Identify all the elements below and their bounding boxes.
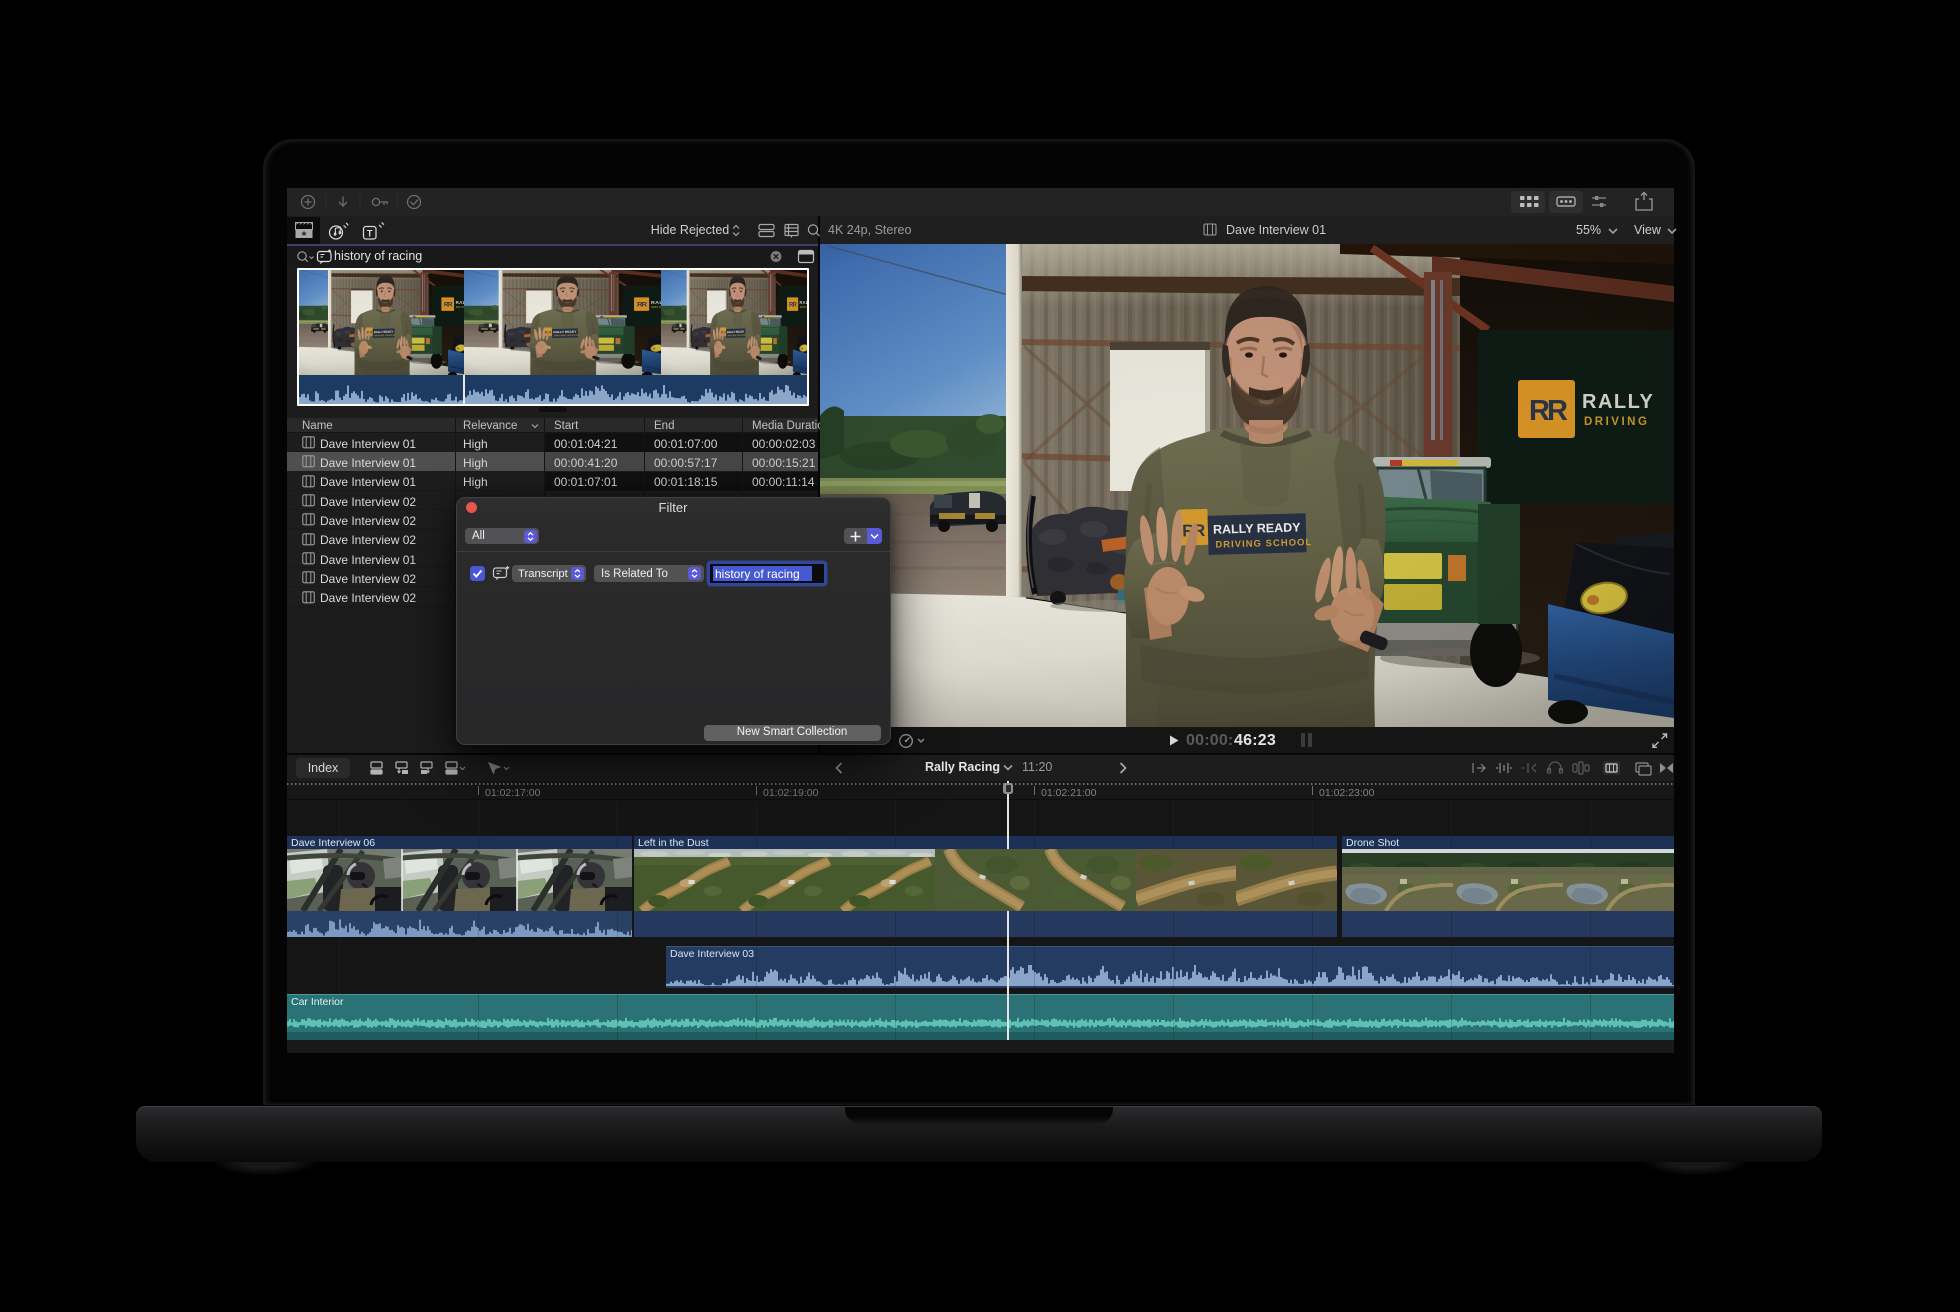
- svg-text:T: T: [367, 228, 373, 239]
